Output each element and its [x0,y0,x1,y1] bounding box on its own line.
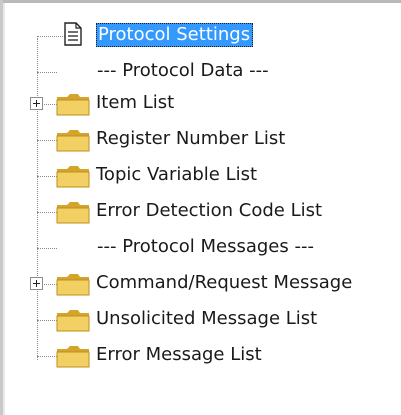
folder-icon [56,274,90,296]
protocol-tree: Protocol Settings --- Protocol Data --- … [0,0,401,415]
expand-plus-icon[interactable] [30,97,43,110]
tree-item-label: --- Protocol Data --- [97,60,269,81]
tree-item-unsolicited-message-list[interactable]: Unsolicited Message List [0,304,401,334]
tree-item-label: Register Number List [96,128,286,149]
folder-icon [56,130,90,152]
tree-connector [37,248,57,249]
tree-item-label: --- Protocol Messages --- [97,236,314,257]
tree-item-label: Item List [96,92,175,113]
tree-item-topic-variable-list[interactable]: Topic Variable List [0,160,401,190]
folder-icon [56,166,90,188]
expand-plus-icon[interactable] [30,277,43,290]
tree-item-label: Protocol Settings [96,23,254,47]
tree-item-label: Command/Request Message [96,272,353,293]
tree-item-label: Unsolicited Message List [96,308,318,329]
tree-connector [37,72,57,73]
tree-item-register-number-list[interactable]: Register Number List [0,124,401,154]
folder-icon [56,346,90,368]
tree-item-item-list[interactable]: Item List [0,88,401,118]
tree-item-error-detection-code-list[interactable]: Error Detection Code List [0,196,401,226]
tree-item-label: Error Detection Code List [96,200,323,221]
folder-icon [56,94,90,116]
document-icon [64,22,82,46]
tree-view-panel: Protocol Settings --- Protocol Data --- … [0,0,401,415]
folder-icon [56,310,90,332]
tree-item-command-request-message[interactable]: Command/Request Message [0,268,401,298]
tree-item-protocol-settings[interactable]: Protocol Settings [0,20,401,50]
tree-item-error-message-list[interactable]: Error Message List [0,340,401,370]
tree-item-section-protocol-messages[interactable]: --- Protocol Messages --- [0,232,401,262]
tree-item-label: Error Message List [96,344,262,365]
tree-item-section-protocol-data[interactable]: --- Protocol Data --- [0,56,401,86]
tree-item-label: Topic Variable List [96,164,258,185]
folder-icon [56,202,90,224]
